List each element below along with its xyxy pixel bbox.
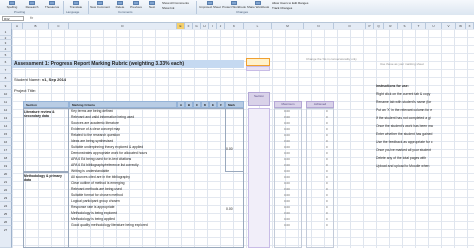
grade-header-d: D <box>201 101 209 108</box>
allow-edit-ranges-button[interactable]: Allow Users to Edit Ranges <box>272 2 308 5</box>
row-header[interactable]: 8 <box>0 74 12 82</box>
ribbon-separator <box>196 1 197 14</box>
instruction-line: Upload and upload to Moodle when <box>376 164 430 168</box>
new-comment-button[interactable]: New Comment <box>90 1 110 9</box>
grade-header-b: B <box>185 101 193 108</box>
selected-cell[interactable] <box>246 58 270 66</box>
ribbon-separator <box>88 1 89 14</box>
achieved-values-column <box>306 108 334 248</box>
section-methodology-label: Methodology & primary data <box>24 174 62 182</box>
row-header[interactable]: 19 <box>0 162 12 170</box>
row-header[interactable]: 6 <box>0 58 12 66</box>
instruction-line: Enter whether the student has gained <box>376 132 433 136</box>
row-header[interactable]: 22 <box>0 186 12 194</box>
row-header[interactable]: 13 <box>0 114 12 122</box>
next-comment-button[interactable]: Next <box>142 1 162 9</box>
section-header: Section <box>23 101 69 108</box>
share-workbook-button[interactable]: Share Workbook <box>246 1 270 9</box>
side-section-column <box>248 108 270 248</box>
ribbon-separator <box>63 1 64 14</box>
instruction-line: Once you've marked all your student <box>376 148 431 152</box>
fx-icon[interactable]: fx <box>30 16 33 20</box>
instruction-line: Use the feedback as appropriate for c <box>376 140 433 144</box>
show-all-comments-button[interactable]: Show All Comments <box>162 2 189 5</box>
note-marking-sheet: Use these as your marking sheet <box>380 62 424 66</box>
grade-header-f: F <box>217 101 225 108</box>
instruction-line: Rename tab with student's name (for <box>376 100 432 104</box>
instruction-line: Put an 'X' in the relevant column for e <box>376 108 433 112</box>
row-header[interactable]: 14 <box>0 122 12 130</box>
grade-header-e: E <box>209 101 217 108</box>
proofing-group-label: Proofing <box>14 10 26 14</box>
mark-value-literature: 0.00 <box>226 147 233 151</box>
ribbon: Spelling Research Thesaurus Proofing Tra… <box>0 0 474 16</box>
row-header[interactable]: 16 <box>0 138 12 146</box>
row-header[interactable]: 7 <box>0 66 12 74</box>
instruction-line: Once the student's work has been ma <box>376 124 433 128</box>
section-literature-label: Literature review & secondary data <box>24 110 55 118</box>
rubric-title: Assessment 1: Progress Report Marking Ru… <box>14 61 185 67</box>
row-header[interactable]: 15 <box>0 130 12 138</box>
thesaurus-button[interactable]: Thesaurus <box>42 1 62 9</box>
language-group-label: Language <box>66 10 80 14</box>
comments-group-label: Comments <box>118 10 133 14</box>
mark-header: Mark <box>225 101 244 108</box>
row-header[interactable]: 23 <box>0 194 12 202</box>
instruction-line: Delete any of the total pages with <box>376 156 427 160</box>
instructions-heading: Instructions for use: <box>376 84 409 88</box>
instruction-line: If the student has not completed a gi <box>376 116 431 120</box>
row-header[interactable]: 21 <box>0 178 12 186</box>
instruction-line: Right click on the current tab & copy <box>376 92 431 96</box>
track-changes-button[interactable]: Track Changes <box>272 7 292 10</box>
mark-value-methodology: 0.00 <box>226 207 233 211</box>
criterion-row: Good quality methodology literature bein… <box>71 223 148 227</box>
mark-cell-literature <box>225 108 244 172</box>
row-header[interactable]: 27 <box>0 226 12 248</box>
row-header[interactable]: 26 <box>0 218 12 226</box>
translate-button[interactable]: Translate <box>66 1 86 9</box>
spelling-button[interactable]: Spelling <box>2 1 22 9</box>
lavender-cell <box>246 66 270 71</box>
row-header[interactable]: 1 <box>0 29 12 36</box>
project-title-label: Project Title: <box>14 88 37 93</box>
row-header[interactable]: 10 <box>0 90 12 98</box>
achieved-value: 0 <box>326 223 328 227</box>
note-change-percentages: Change the %s in conversionality only <box>306 57 357 61</box>
name-box[interactable]: R32 <box>2 16 24 21</box>
row-header[interactable]: 9 <box>0 82 12 90</box>
protect-workbook-button[interactable]: Protect Workbook <box>222 1 246 9</box>
maximum-value: 0.00 <box>284 223 290 227</box>
criteria-header: Marking Criteria <box>69 101 177 108</box>
row-header[interactable]: 20 <box>0 170 12 178</box>
show-ink-button[interactable]: Show Ink <box>162 7 174 10</box>
side-header-maximum: Maximum <box>274 101 302 108</box>
student-name-label: Student Name: <box>14 77 41 82</box>
student-name-value[interactable]: v1, Sep 2014 <box>42 76 66 83</box>
unprotect-sheet-button[interactable]: Unprotect Sheet <box>198 1 222 9</box>
row-header[interactable]: 24 <box>0 202 12 210</box>
row-header[interactable]: 25 <box>0 210 12 218</box>
changes-group-label: Changes <box>236 10 249 14</box>
formula-bar: R32 fx <box>0 15 474 23</box>
row-header[interactable]: 17 <box>0 146 12 154</box>
section-methodology-cell <box>23 172 69 248</box>
row-header[interactable]: 11 <box>0 98 12 106</box>
grade-header-a: A <box>177 101 185 108</box>
row-header[interactable]: 18 <box>0 154 12 162</box>
grade-header-c: C <box>193 101 201 108</box>
row-header[interactable]: 12 <box>0 106 12 114</box>
research-button[interactable]: Research <box>22 1 42 9</box>
side-header-achieved: Achieved <box>306 101 334 108</box>
side-header-section: Section <box>248 92 270 106</box>
